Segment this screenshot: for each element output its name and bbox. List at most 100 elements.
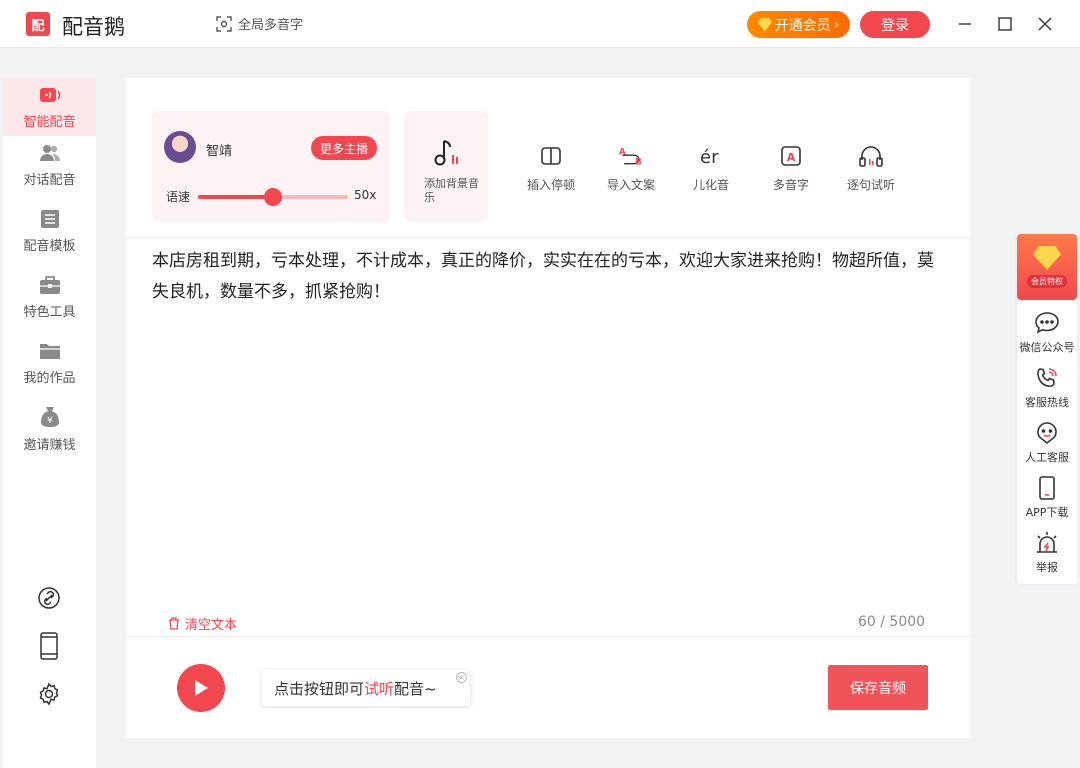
speed-slider-fill <box>198 195 273 199</box>
voice-name: 智靖 <box>206 144 233 159</box>
minimize-button[interactable] <box>953 12 977 36</box>
human-service-button[interactable]: 人工客服 <box>1017 420 1077 465</box>
insert-pause-button[interactable]: 插入停顿 <box>516 144 586 193</box>
sidebar-item-dialogue-dubbing[interactable]: 对话配音 <box>3 136 96 194</box>
import-text-button[interactable]: A B 导入文案 <box>596 144 666 193</box>
float-item-label: 客服热线 <box>1025 396 1069 409</box>
float-item-label: 微信公众号 <box>1019 341 1075 354</box>
moneybag-icon: ¥ <box>40 406 59 427</box>
tool-label: 逐句试听 <box>846 178 895 192</box>
template-icon <box>40 209 59 228</box>
hotline-button[interactable]: 客服热线 <box>1017 365 1077 410</box>
mobile-icon <box>1039 476 1055 500</box>
headphone-icon <box>859 146 883 167</box>
play-icon <box>195 680 208 696</box>
vip-privilege-button[interactable]: 会员特权 <box>1017 234 1077 300</box>
polyphone-button[interactable]: A 多音字 <box>756 144 826 193</box>
sidebar-item-label: 我的作品 <box>23 370 76 386</box>
vip-privilege-tag: 会员特权 <box>1027 275 1067 288</box>
link-button[interactable] <box>33 582 65 614</box>
svg-text:B: B <box>635 158 642 168</box>
footer-divider <box>126 636 970 637</box>
wechat-official-button[interactable]: 微信公众号 <box>1017 310 1077 355</box>
report-button[interactable]: 举报 <box>1017 530 1077 575</box>
erhua-button[interactable]: ér 儿化音 <box>676 144 746 193</box>
more-voices-button[interactable]: 更多主播 <box>311 136 377 160</box>
toolbox-icon <box>39 275 60 294</box>
app-logo: 配 <box>26 12 50 36</box>
sidebar-item-label: 邀请赚钱 <box>23 437 76 453</box>
voice-avatar[interactable] <box>164 131 196 163</box>
scan-icon <box>216 15 232 32</box>
phone-icon <box>1037 368 1057 387</box>
sidebar-item-label: 智能配音 <box>23 114 76 130</box>
character-counter: 60 / 5000 <box>858 614 926 630</box>
preview-tip: 点击按钮即可 试听 配音~ × <box>262 670 470 706</box>
play-button[interactable] <box>177 664 225 712</box>
global-polyphone-button[interactable]: 全局多音字 <box>216 14 303 33</box>
sidebar-item-label: 对话配音 <box>23 172 76 188</box>
tip-close-icon[interactable]: × <box>456 672 467 683</box>
alarm-icon <box>1037 532 1057 553</box>
close-button[interactable] <box>1033 12 1057 36</box>
close-icon <box>1038 17 1052 31</box>
toolbar-divider <box>126 237 970 238</box>
sidebar-item-featured-tools[interactable]: 特色工具 <box>3 268 96 326</box>
users-icon <box>39 144 60 161</box>
sidebar-item-my-works[interactable]: 我的作品 <box>3 334 96 392</box>
sidebar-item-invite-earn[interactable]: ¥ 邀请赚钱 <box>3 400 96 458</box>
tip-highlight: 试听 <box>364 679 395 698</box>
import-icon: A B <box>619 147 642 168</box>
add-bg-music-label: 添加背景音乐 <box>424 177 479 204</box>
sidebar-item-smart-dubbing[interactable]: 智能配音 <box>3 78 96 136</box>
svg-text:¥: ¥ <box>47 416 53 426</box>
wechat-icon <box>1035 312 1059 334</box>
speed-label: 语速 <box>166 190 191 204</box>
open-vip-button[interactable]: 开通会员 › <box>747 11 850 38</box>
music-note-icon <box>434 140 458 166</box>
sidebar-item-dubbing-template[interactable]: 配音模板 <box>3 202 96 260</box>
sidebar: 智能配音 对话配音 配音模板 特色工具 我的作品 ¥ 邀请赚钱 <box>3 78 96 768</box>
settings-button[interactable] <box>33 678 65 710</box>
er-icon: ér <box>700 147 719 166</box>
gear-icon <box>39 682 59 706</box>
pause-icon <box>541 147 561 165</box>
voice-icon <box>39 87 60 102</box>
app-download-button[interactable]: APP下载 <box>1017 475 1077 520</box>
float-bar: 会员特权 微信公众号 客服热线 人工客服 APP下载 举报 <box>1017 234 1077 584</box>
speed-slider-handle[interactable] <box>264 188 282 206</box>
sidebar-item-label: 配音模板 <box>23 238 76 254</box>
sidebar-item-label: 特色工具 <box>23 304 76 320</box>
add-bg-music-button[interactable]: 添加背景音乐 <box>404 111 488 222</box>
open-vip-label: 开通会员 <box>774 17 831 34</box>
tool-label: 插入停顿 <box>526 178 575 192</box>
app-name: 配音鹅 <box>62 15 125 39</box>
diamond-icon <box>1033 246 1061 270</box>
minimize-icon <box>959 23 971 25</box>
voice-card: 智靖 更多主播 语速 50x <box>152 111 390 222</box>
svg-text:A: A <box>787 151 796 164</box>
script-textarea[interactable]: 本店房租到期，亏本处理，不计成本，真正的降价，实实在在的亏本，欢迎大家进来抢购！… <box>152 246 942 308</box>
clear-text-label: 清空文本 <box>185 618 238 633</box>
speed-value: 50x <box>354 188 377 202</box>
clear-text-button[interactable]: 清空文本 <box>168 614 237 633</box>
tip-text: 点击按钮即可 <box>274 679 365 698</box>
tip-text-end: 配音~ <box>394 679 437 698</box>
svg-text:ér: ér <box>700 147 719 166</box>
maximize-icon <box>998 17 1012 31</box>
tool-label: 儿化音 <box>692 178 729 192</box>
global-polyphone-label: 全局多音字 <box>238 18 304 33</box>
speed-slider[interactable] <box>198 188 348 206</box>
chevron-right-icon: › <box>833 16 840 33</box>
maximize-button[interactable] <box>993 12 1017 36</box>
mobile-icon <box>40 632 58 660</box>
folder-icon <box>39 343 60 359</box>
mobile-button[interactable] <box>33 630 65 662</box>
trash-icon <box>169 617 179 630</box>
login-button[interactable]: 登录 <box>860 11 930 38</box>
save-audio-button[interactable]: 保存音频 <box>828 665 928 710</box>
tool-label: 多音字 <box>772 178 809 192</box>
sentence-preview-button[interactable]: 逐句试听 <box>836 144 906 193</box>
editor-panel: 智靖 更多主播 语速 50x 添加背景音乐 插入停顿 A B 导入文案 ér 儿… <box>126 78 970 738</box>
float-item-label: APP下载 <box>1025 506 1069 519</box>
